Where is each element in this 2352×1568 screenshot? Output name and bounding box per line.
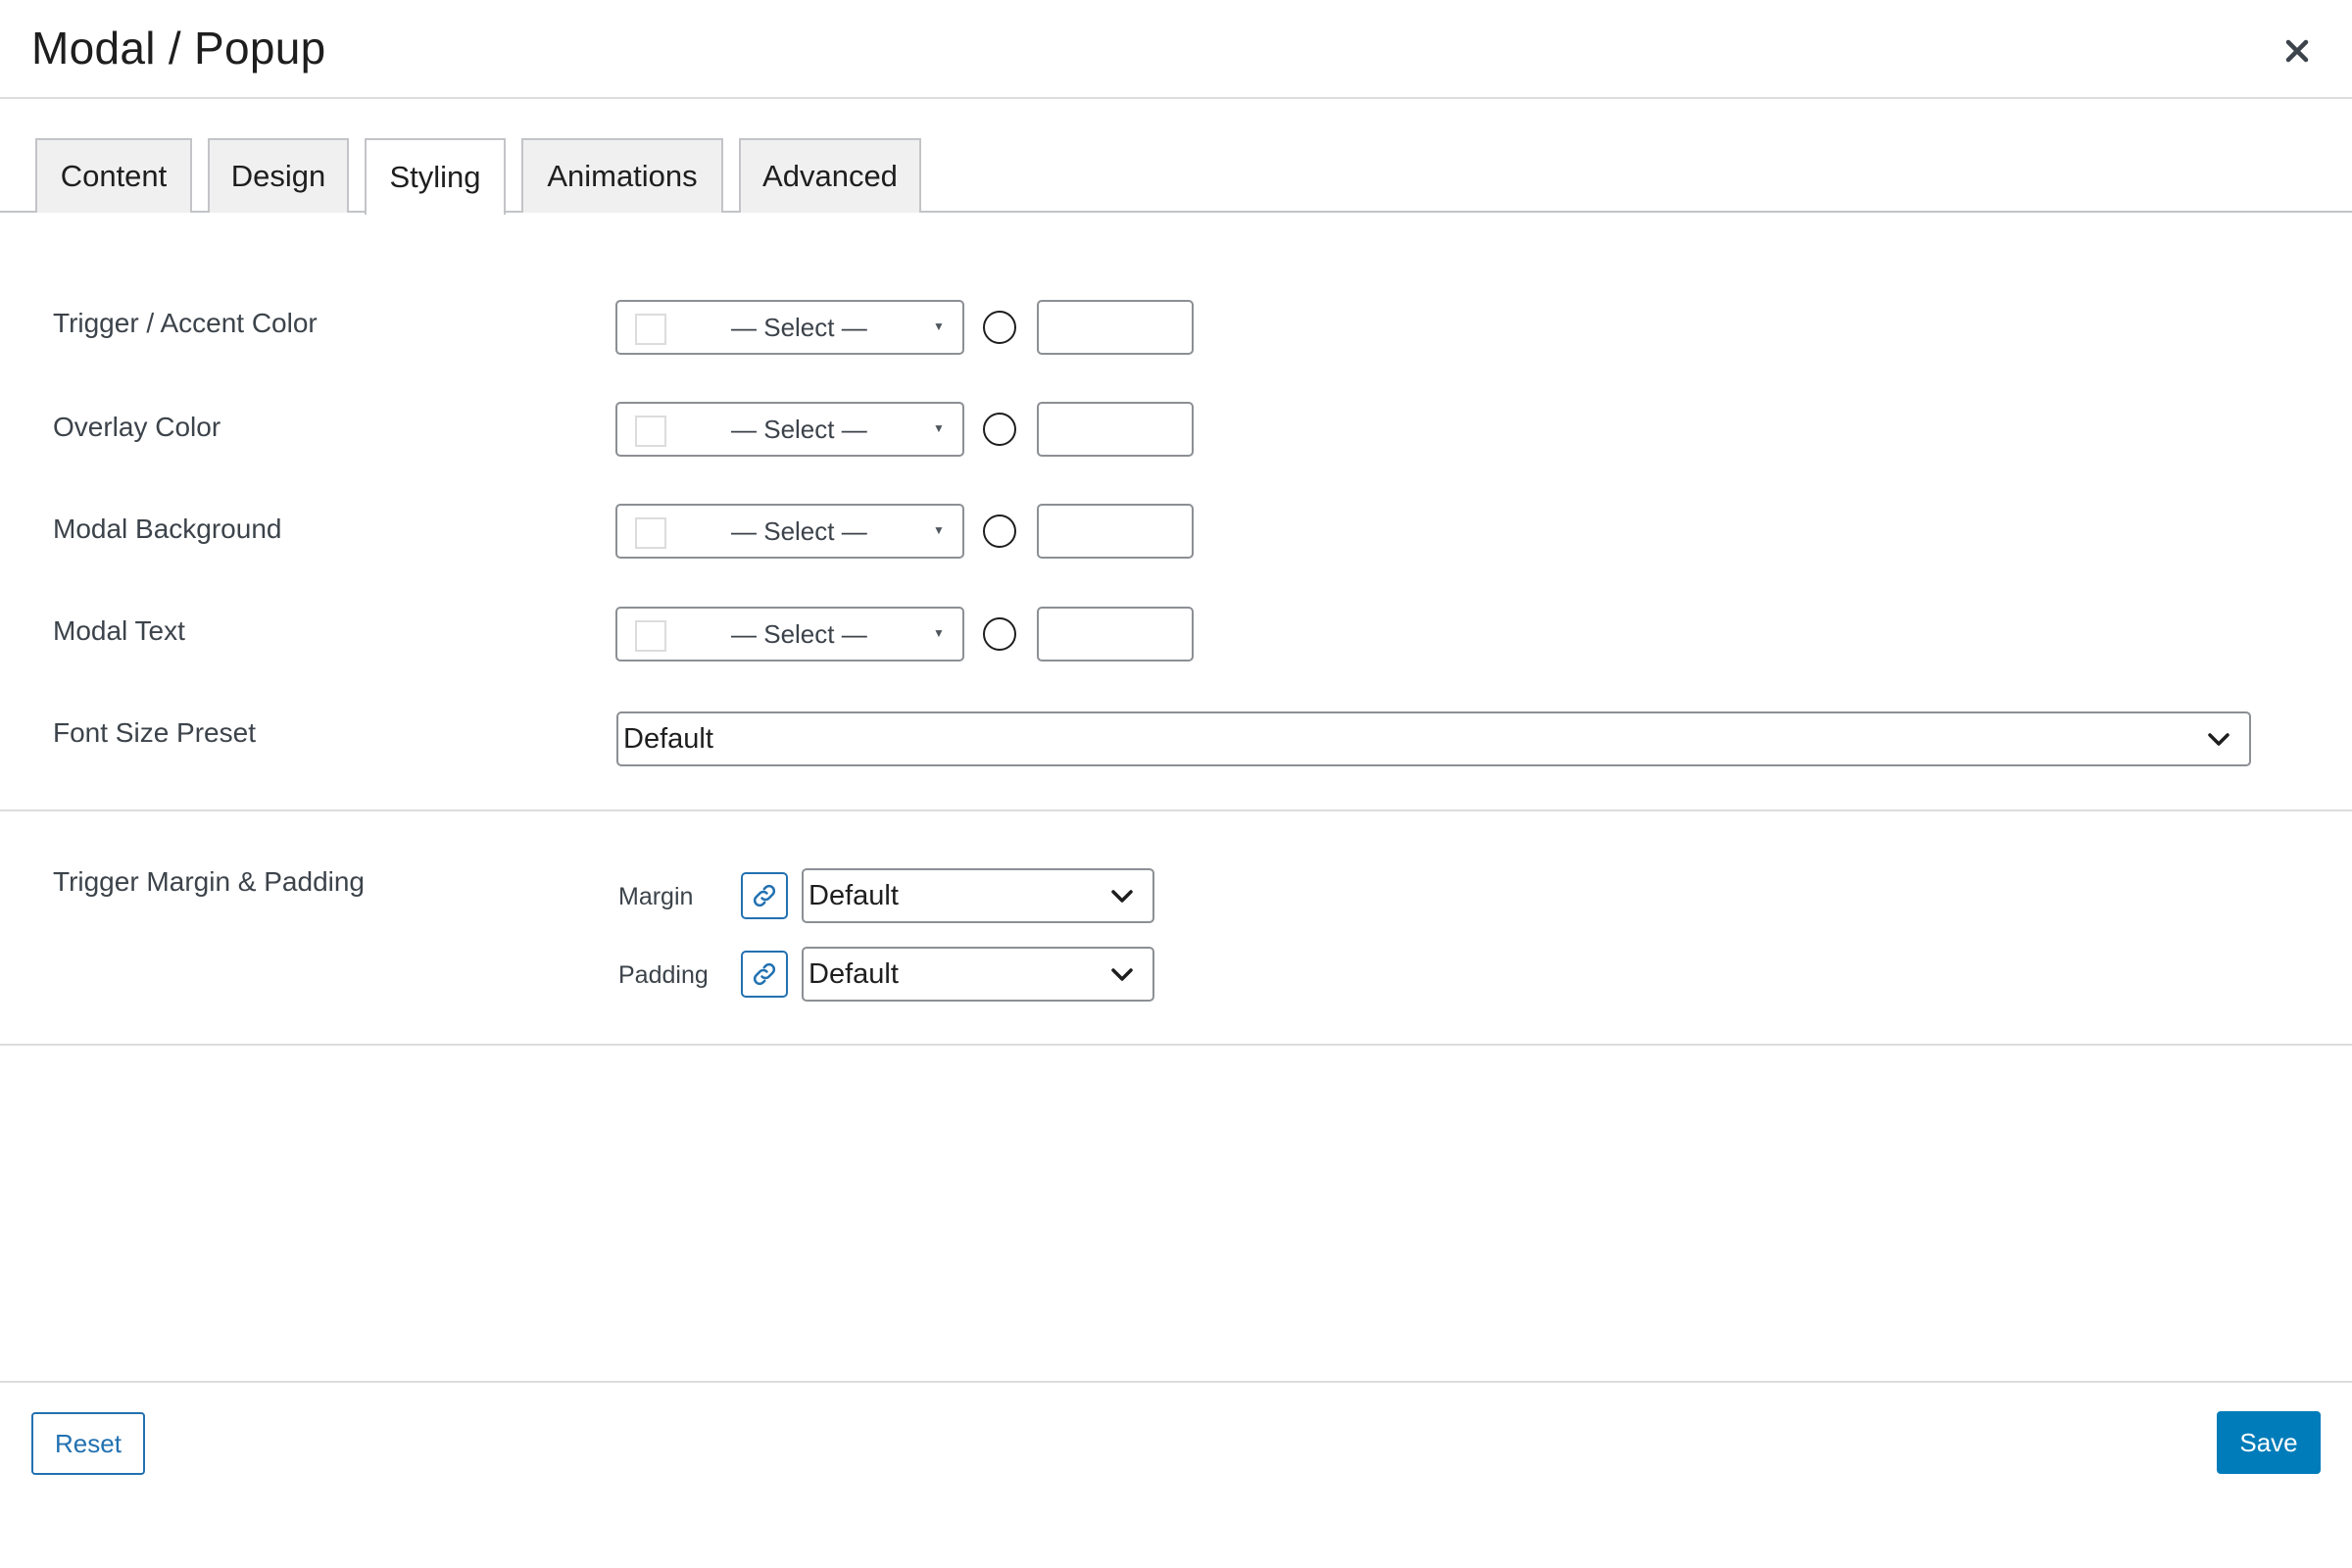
font-size-preset-select[interactable]: Default (616, 711, 2251, 766)
margin-link-button[interactable] (741, 872, 788, 919)
link-icon (753, 884, 776, 907)
overlay-color-radio[interactable] (983, 413, 1016, 446)
select-placeholder: — Select — (731, 415, 867, 444)
trigger-accent-color-hex-input[interactable] (1037, 300, 1194, 355)
modal-text-hex-input[interactable] (1037, 607, 1194, 662)
trigger-accent-color-radio[interactable] (983, 311, 1016, 344)
chevron-down-icon (1111, 890, 1133, 903)
modal-title: Modal / Popup (31, 23, 326, 74)
modal-text-radio[interactable] (983, 617, 1016, 651)
chevron-down-icon (2208, 733, 2230, 746)
padding-link-button[interactable] (741, 951, 788, 998)
select-placeholder: — Select — (731, 313, 867, 342)
modal-background-hex-input[interactable] (1037, 504, 1194, 559)
modal-background-label: Modal Background (53, 514, 282, 544)
trigger-accent-color-select[interactable]: — Select — ▼ (615, 300, 964, 355)
modal-text-label: Modal Text (53, 615, 185, 646)
section-divider (0, 809, 2352, 811)
padding-value: Default (808, 958, 899, 990)
modal-background-select[interactable]: — Select — ▼ (615, 504, 964, 559)
margin-select[interactable]: Default (802, 868, 1154, 923)
chevron-down-icon (1111, 968, 1133, 981)
caret-down-icon: ▼ (933, 319, 945, 333)
overlay-color-hex-input[interactable] (1037, 402, 1194, 457)
padding-select[interactable]: Default (802, 947, 1154, 1002)
overlay-color-label: Overlay Color (53, 412, 221, 442)
color-swatch (635, 314, 666, 345)
modal-dialog: Modal / Popup Content Design Styling Ani… (0, 0, 2352, 1568)
close-icon (2285, 39, 2309, 63)
close-button[interactable] (2276, 29, 2319, 73)
font-size-preset-value: Default (623, 723, 713, 755)
tab-bar: Content Design Styling Animations Advanc… (0, 138, 2352, 215)
footer-divider (0, 1381, 2352, 1383)
margin-value: Default (808, 880, 899, 911)
caret-down-icon: ▼ (933, 421, 945, 435)
select-placeholder: — Select — (731, 619, 867, 649)
save-button[interactable]: Save (2217, 1411, 2321, 1474)
color-swatch (635, 620, 666, 652)
tab-animations[interactable]: Animations (521, 138, 723, 213)
reset-button[interactable]: Reset (31, 1412, 145, 1475)
color-swatch (635, 517, 666, 549)
modal-text-select[interactable]: — Select — ▼ (615, 607, 964, 662)
font-size-preset-label: Font Size Preset (53, 717, 256, 748)
modal-background-radio[interactable] (983, 514, 1016, 548)
tab-advanced[interactable]: Advanced (739, 138, 921, 213)
margin-label: Margin (618, 883, 694, 910)
tab-styling[interactable]: Styling (365, 138, 506, 215)
caret-down-icon: ▼ (933, 626, 945, 640)
caret-down-icon: ▼ (933, 523, 945, 537)
link-icon (753, 962, 776, 986)
padding-label: Padding (618, 961, 709, 989)
overlay-color-select[interactable]: — Select — ▼ (615, 402, 964, 457)
trigger-margin-padding-label: Trigger Margin & Padding (53, 866, 366, 897)
modal-header: Modal / Popup (0, 0, 2352, 99)
color-swatch (635, 416, 666, 447)
select-placeholder: — Select — (731, 516, 867, 546)
tab-design[interactable]: Design (208, 138, 349, 213)
tab-content[interactable]: Content (35, 138, 192, 213)
section-divider (0, 1044, 2352, 1046)
trigger-accent-color-label: Trigger / Accent Color (53, 308, 318, 338)
